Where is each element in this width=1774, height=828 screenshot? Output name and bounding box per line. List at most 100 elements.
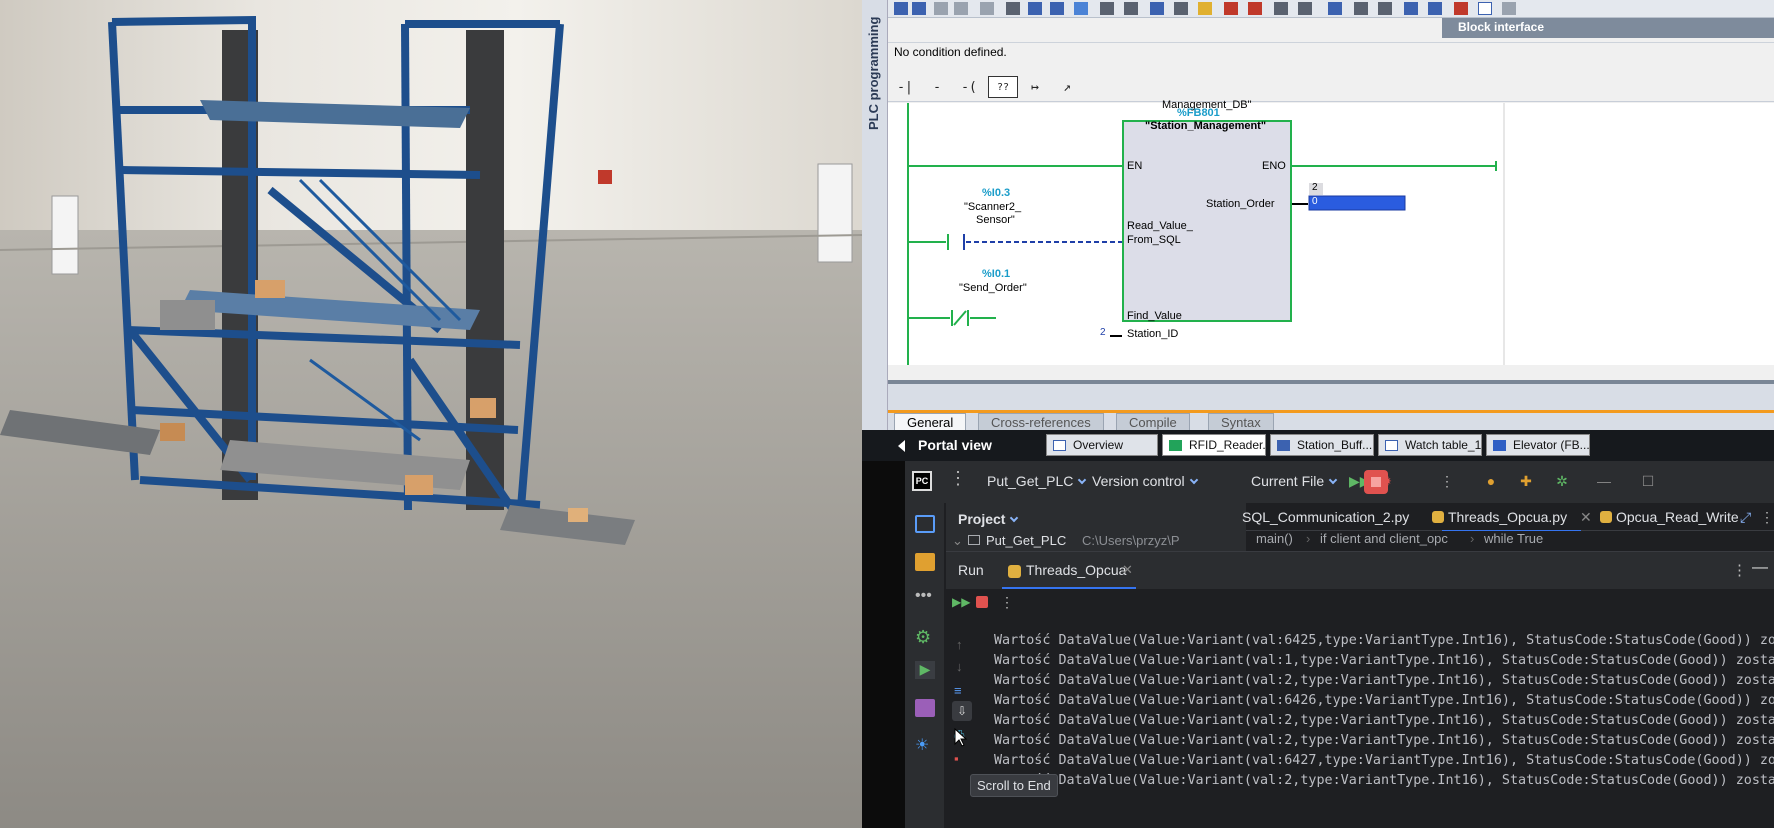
empty-box-button[interactable]: ??	[988, 76, 1018, 98]
task-station-buffer[interactable]: Station_Buff...	[1270, 434, 1374, 456]
services-gear-icon[interactable]: ⚙	[915, 627, 935, 647]
python-file-icon	[1600, 511, 1612, 523]
task-overview[interactable]: Overview	[1046, 434, 1158, 456]
soft-wrap-icon[interactable]: ≡	[954, 683, 962, 698]
pycharm-logo-icon[interactable]: PC	[912, 471, 932, 491]
run-panel-header: Run Threads_Opcua ✕ ⋮ —	[946, 551, 1774, 589]
toolbar-icon[interactable]	[1224, 2, 1238, 15]
toolbar-icon[interactable]	[1050, 2, 1064, 15]
toolbar-icon[interactable]	[1074, 2, 1088, 15]
hide-panel-icon[interactable]: —	[1752, 559, 1768, 577]
toolbar-icon[interactable]	[954, 2, 968, 15]
coil-button[interactable]: -( )-	[954, 76, 984, 117]
version-control-menu[interactable]: Version control	[1092, 473, 1198, 489]
project-root-name: Put_Get_PLC	[986, 533, 1067, 548]
toolbar-icon[interactable]	[1454, 2, 1468, 15]
rerun-icon[interactable]: ▶▶	[952, 595, 970, 609]
tab-threads-opcua[interactable]: Threads_Opcua.py	[1441, 509, 1582, 532]
toolbar-icon[interactable]	[1198, 2, 1212, 15]
more-icon[interactable]: ⋮	[1438, 472, 1456, 490]
bookmarks-icon[interactable]	[915, 553, 935, 571]
stop-button[interactable]	[1364, 470, 1388, 494]
ladder-network[interactable]: Management_DB" %FB801 "Station_Managemen…	[888, 99, 1774, 365]
plc-programming-sidebar[interactable]: PLC programming	[862, 0, 888, 430]
toolbar-icon[interactable]	[980, 2, 994, 15]
project-selector[interactable]: Put_Get_PLC	[987, 473, 1087, 489]
toolbar-icon[interactable]	[1354, 2, 1368, 15]
toolbar-icon[interactable]	[1248, 2, 1262, 15]
toolbar-icon[interactable]	[894, 2, 908, 15]
tab-general[interactable]: General	[894, 413, 967, 431]
close-icon[interactable]: ✕	[1580, 509, 1592, 526]
tab-opcua-read-write[interactable]: Opcua_Read_Write.	[1616, 509, 1740, 525]
project-tool-icon[interactable]	[915, 515, 935, 533]
minimize-icon[interactable]: —	[1595, 472, 1613, 490]
portal-view-button[interactable]: Portal view	[918, 437, 992, 453]
toolbar-icon[interactable]	[934, 2, 948, 15]
toolbar-icon[interactable]	[1274, 2, 1288, 15]
read-value-pin-line2: From_SQL	[1127, 234, 1181, 246]
fb-name: "Station_Management"	[1145, 120, 1267, 132]
problems-icon[interactable]: ☀	[915, 735, 935, 754]
toolbar-icon[interactable]	[1006, 2, 1020, 15]
project-panel-header[interactable]: Project	[946, 503, 1246, 533]
toolbar-icon[interactable]	[1404, 2, 1418, 15]
run-config-selector[interactable]: Current File	[1251, 473, 1338, 489]
collaborators-icon[interactable]: ●	[1482, 472, 1500, 490]
toolbar-icon[interactable]	[1478, 2, 1492, 15]
simulation-viewport[interactable]	[0, 0, 862, 828]
run-console[interactable]: ↑ ↓ ≡ ⇩ ⎙ ▪ Wartość DataValue(Value:Vari…	[946, 617, 1774, 828]
more-icon[interactable]: ⋮	[1000, 594, 1014, 611]
tab-syntax[interactable]: Syntax	[1208, 413, 1274, 431]
toolbar-icon[interactable]	[1174, 2, 1188, 15]
more-tools-icon[interactable]: •••	[915, 587, 935, 605]
ai-assistant-icon[interactable]: ✲	[1553, 472, 1571, 490]
run-tab-threads-opcua[interactable]: Threads_Opcua	[1026, 562, 1126, 578]
toolbar-icon[interactable]	[1100, 2, 1114, 15]
toolbar-icon[interactable]	[1028, 2, 1042, 15]
block-interface-header[interactable]: Block interface	[1442, 18, 1774, 38]
close-branch-button[interactable]: ↗	[1052, 76, 1082, 98]
toolbar-icon[interactable]	[912, 2, 926, 15]
arrow-up-icon[interactable]: ↑	[956, 637, 963, 652]
tab-menu-icon[interactable]: ⋮	[1760, 509, 1774, 526]
toolbar-icon[interactable]	[1298, 2, 1312, 15]
close-icon[interactable]: ✕	[1122, 562, 1133, 578]
pycharm-window: PC ⋮ Put_Get_PLC Version control Current…	[862, 461, 1774, 828]
scroll-to-end-icon[interactable]: ⇩	[952, 701, 972, 721]
tab-compile[interactable]: Compile	[1116, 413, 1190, 431]
box	[255, 280, 285, 298]
station-id-value: 2	[1100, 327, 1106, 338]
stop-icon[interactable]	[976, 596, 988, 608]
tools-icon[interactable]: ✚	[1517, 472, 1535, 490]
nc-contact-button[interactable]: -|/|-	[922, 76, 954, 117]
run-tool-icon[interactable]: ▶	[915, 661, 935, 679]
arrow-down-icon[interactable]: ↓	[956, 659, 963, 674]
tab-sql-communication[interactable]: SQL_Communication_2.py	[1242, 509, 1422, 525]
chevron-down-icon[interactable]: ⌄	[952, 533, 963, 549]
toolbar-icon[interactable]	[1502, 2, 1516, 15]
toolbar-icon[interactable]	[1378, 2, 1392, 15]
maximize-icon[interactable]: ☐	[1639, 472, 1657, 490]
task-elevator[interactable]: Elevator (FB...	[1486, 434, 1590, 456]
tab-cross-references[interactable]: Cross-references	[978, 413, 1104, 431]
toolbar-icon[interactable]	[1150, 2, 1164, 15]
project-tree-root[interactable]: ⌄ Put_Get_PLC C:\Users\przyz\P	[946, 533, 1246, 551]
task-watch-table[interactable]: Watch table_1	[1378, 434, 1482, 456]
no-contact-button[interactable]: -| |-	[890, 76, 920, 117]
breadcrumb-item[interactable]: if client and client_opc	[1320, 531, 1448, 546]
breadcrumb-item[interactable]: while True	[1484, 531, 1543, 546]
main-menu-icon[interactable]: ⋮	[949, 468, 967, 489]
trash-icon[interactable]: ▪	[954, 751, 959, 766]
toolbar-icon[interactable]	[1328, 2, 1342, 15]
breadcrumb-item[interactable]: main()	[1256, 531, 1293, 546]
expand-icon[interactable]: ⤢	[1740, 509, 1751, 526]
tia-portal-window: PLC programming Block interface No condi…	[862, 0, 1774, 461]
task-rfid-reader[interactable]: RFID_Reader...	[1162, 434, 1266, 456]
task-label: RFID_Reader...	[1189, 438, 1266, 452]
toolbar-icon[interactable]	[1124, 2, 1138, 15]
run-options-icon[interactable]: ⋮	[1732, 561, 1747, 579]
open-branch-button[interactable]: ↦	[1020, 76, 1050, 98]
toolbar-icon[interactable]	[1428, 2, 1442, 15]
terminal-icon[interactable]	[915, 699, 935, 717]
